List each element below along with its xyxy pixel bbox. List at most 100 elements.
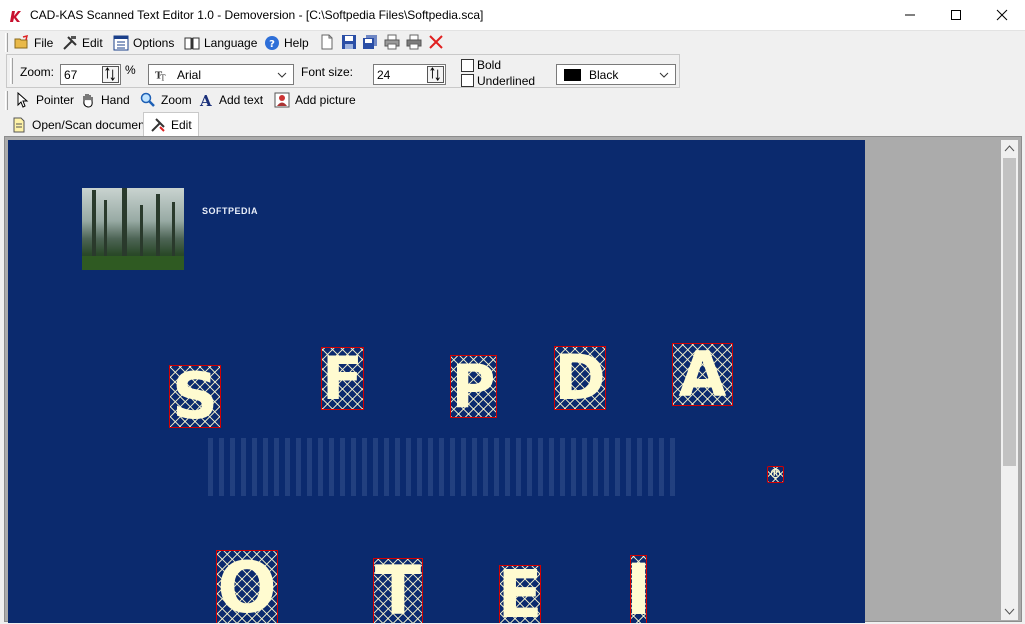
hand-icon (83, 94, 93, 108)
toolbar-grip (5, 91, 8, 110)
glyph-char: T (374, 558, 422, 623)
svg-text:A: A (199, 92, 212, 108)
svg-text:?: ? (269, 39, 275, 50)
hand-tool[interactable]: Hand (80, 91, 130, 109)
text-glyph[interactable]: E (499, 565, 541, 623)
glyph-char: I (631, 556, 646, 623)
edit-tools-icon (151, 117, 165, 132)
tab-open-scan[interactable]: Open/Scan document (5, 114, 154, 136)
maximize-button[interactable] (933, 0, 979, 30)
font-name-select[interactable]: TT Arial (148, 64, 294, 85)
hand-tool-label: Hand (101, 93, 130, 107)
text-glyph[interactable]: T (373, 558, 423, 623)
tools-toolbar: Pointer Hand Zoom A Add text Add picture (0, 89, 1025, 111)
menu-options[interactable]: Options (113, 33, 174, 52)
underlined-checkbox[interactable] (461, 74, 474, 87)
zoom-tool-label: Zoom (161, 93, 192, 107)
text-glyph[interactable]: D (554, 346, 606, 410)
menu-file-label: File (34, 35, 54, 50)
printer-icon (384, 34, 400, 50)
faded-scan-text (208, 438, 678, 496)
save-button[interactable] (340, 33, 358, 51)
save-icon (342, 35, 356, 49)
pointer-tool[interactable]: Pointer (15, 91, 74, 109)
delete-button[interactable] (427, 33, 445, 51)
document-icon (13, 117, 25, 133)
text-glyph[interactable]: P (450, 355, 497, 418)
glyph-char: O (217, 550, 277, 623)
chevron-down-icon (659, 72, 669, 78)
font-type-icon: TT (155, 71, 166, 83)
print-button[interactable] (405, 33, 423, 51)
menu-file[interactable]: File (14, 33, 53, 52)
menu-options-label: Options (133, 35, 175, 50)
font-size-value: 24 (377, 68, 391, 82)
glyph-char: D (554, 346, 606, 410)
tab-edit[interactable]: Edit (143, 112, 199, 136)
document-canvas[interactable]: SOFTPEDIA S F P D A ® O T E I (8, 140, 865, 623)
minimize-icon (905, 14, 915, 16)
document-workspace: SOFTPEDIA S F P D A ® O T E I (4, 136, 1022, 623)
forest-picture[interactable] (82, 188, 184, 270)
zoom-spinner[interactable]: 67 (60, 64, 121, 85)
text-glyph[interactable]: I (630, 555, 647, 623)
text-glyph[interactable]: O (216, 550, 278, 623)
menu-bar: File Edit Options Language ? Help (0, 31, 1025, 54)
zoom-unit: % (125, 63, 136, 77)
svg-text:T: T (160, 73, 166, 82)
toolbar-grip (10, 58, 13, 84)
tab-bar: Open/Scan document Edit (0, 112, 1025, 136)
scroll-down-icon[interactable] (1001, 603, 1018, 620)
menu-language-label: Language (204, 35, 258, 50)
scrollbar-thumb[interactable] (1003, 158, 1016, 466)
close-button[interactable] (979, 0, 1025, 30)
zoom-spin-button[interactable] (102, 66, 119, 83)
up-down-arrow-icon (430, 67, 440, 82)
color-select[interactable]: Black (556, 64, 676, 85)
print-preview-button[interactable] (383, 33, 401, 51)
save-all-icon (363, 35, 377, 49)
text-a-icon: A (199, 92, 212, 108)
menu-edit[interactable]: Edit (62, 33, 103, 52)
book-icon (184, 37, 200, 49)
pointer-tool-label: Pointer (36, 93, 75, 107)
menu-help[interactable]: ? Help (264, 33, 309, 52)
glyph-char: E (499, 565, 541, 623)
close-icon (996, 9, 1008, 21)
up-down-arrow-icon (105, 67, 115, 82)
text-glyph[interactable]: F (321, 347, 364, 410)
registered-char: ® (769, 467, 782, 482)
zoom-tool[interactable]: Zoom (140, 91, 192, 109)
tab-open-scan-label: Open/Scan document (32, 118, 149, 132)
menu-language[interactable]: Language (184, 33, 257, 52)
color-swatch (564, 69, 581, 81)
vertical-scrollbar[interactable] (1001, 140, 1018, 620)
font-size-spin-button[interactable] (427, 66, 444, 83)
magnifier-icon (140, 92, 155, 107)
add-picture-tool-label: Add picture (295, 93, 356, 107)
bold-checkbox[interactable] (461, 59, 474, 72)
add-picture-tool[interactable]: Add picture (274, 91, 356, 109)
minimize-button[interactable] (887, 0, 933, 30)
registered-mark[interactable]: ® (767, 466, 784, 483)
font-size-label: Font size: (301, 65, 354, 79)
add-text-tool[interactable]: A Add text (198, 91, 263, 109)
text-glyph[interactable]: A (672, 343, 733, 406)
picture-icon (274, 92, 290, 108)
text-glyph[interactable]: S (169, 365, 221, 428)
folder-open-icon (14, 34, 29, 48)
tab-edit-label: Edit (171, 117, 192, 132)
help-icon: ? (265, 35, 279, 50)
glyph-char: F (322, 347, 363, 410)
scroll-up-icon[interactable] (1001, 140, 1018, 157)
options-icon (113, 35, 129, 50)
zoom-label: Zoom: (20, 65, 55, 79)
font-size-spinner[interactable]: 24 (373, 64, 446, 85)
new-document-button[interactable] (318, 33, 336, 51)
menu-edit-label: Edit (82, 35, 103, 50)
pointer-icon (17, 92, 29, 108)
glyph-char: A (678, 343, 727, 406)
font-name-value: Arial (177, 68, 202, 82)
save-all-button[interactable] (361, 33, 379, 51)
delete-x-icon (429, 35, 443, 49)
